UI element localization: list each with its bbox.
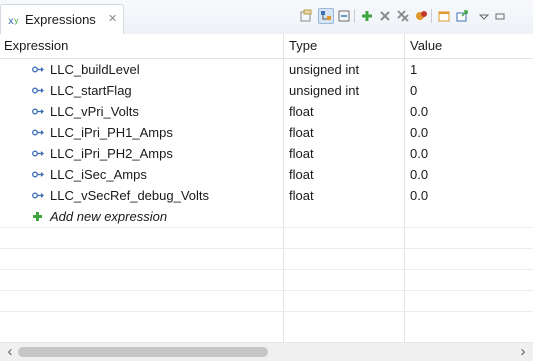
column-header-type[interactable]: Type [289, 34, 317, 58]
variable-icon [32, 66, 44, 73]
variable-icon [32, 129, 44, 136]
svg-text:y: y [14, 16, 19, 25]
new-window-icon[interactable] [436, 8, 452, 24]
table-row[interactable]: LLC_iPri_PH1_Amps float 0.0 [0, 122, 533, 143]
value-cell[interactable]: 1 [410, 59, 417, 80]
expressions-view-icon: x y [8, 16, 19, 26]
value-cell[interactable]: 0.0 [410, 143, 428, 164]
value-cell[interactable]: 0 [410, 80, 417, 101]
add-new-expression-row[interactable]: Add new expression [0, 206, 533, 227]
expression-cell[interactable]: LLC_iPri_PH2_Amps [50, 143, 173, 164]
variable-icon [32, 108, 44, 115]
plus-icon [33, 212, 42, 221]
type-cell: unsigned int [289, 62, 360, 77]
expression-cell[interactable]: LLC_vSecRef_debug_Volts [50, 185, 209, 206]
column-header-value[interactable]: Value [410, 34, 442, 58]
empty-row [0, 248, 533, 270]
table-row[interactable]: LLC_startFlag unsigned int 0 [0, 80, 533, 101]
export-icon[interactable] [454, 8, 470, 24]
type-cell: unsigned int [289, 83, 360, 98]
collapse-all-icon[interactable] [336, 8, 352, 24]
remove-all-expressions-icon[interactable] [395, 8, 411, 24]
expression-cell[interactable]: LLC_iPri_PH1_Amps [50, 122, 173, 143]
scroll-left-icon[interactable]: ‹ [3, 344, 17, 360]
value-cell[interactable]: 0.0 [410, 122, 428, 143]
empty-row [0, 290, 533, 312]
expression-cell[interactable]: LLC_vPri_Volts [50, 101, 139, 122]
remove-expression-icon[interactable] [377, 8, 393, 24]
table-header: Expression Type Value [0, 34, 533, 59]
table-row[interactable]: LLC_iPri_PH2_Amps float 0.0 [0, 143, 533, 164]
variable-icon [32, 171, 44, 178]
variable-icon [32, 192, 44, 199]
tab-expressions[interactable]: x y Expressions ✕ [0, 4, 124, 34]
type-cell: float [289, 125, 314, 140]
view-tab-bar: x y Expressions ✕ [0, 0, 533, 35]
column-header-expression[interactable]: Expression [4, 34, 68, 58]
view-menu-icon[interactable] [476, 8, 492, 24]
type-cell: float [289, 188, 314, 203]
tab-label: Expressions [25, 12, 96, 27]
value-cell[interactable]: 0.0 [410, 101, 428, 122]
empty-row [0, 311, 533, 333]
variable-icon [32, 87, 44, 94]
add-expression-icon[interactable] [359, 8, 375, 24]
empty-row [0, 227, 533, 249]
variable-icon [32, 150, 44, 157]
empty-row [0, 269, 533, 291]
table-row[interactable]: LLC_iSec_Amps float 0.0 [0, 164, 533, 185]
table-row[interactable]: LLC_vSecRef_debug_Volts float 0.0 [0, 185, 533, 206]
expressions-table: Expression Type Value LLC_buildLevelunsi… [0, 34, 533, 342]
refresh-icon[interactable] [413, 8, 429, 24]
scroll-right-icon[interactable]: › [516, 344, 530, 360]
expressions-view: x y Expressions ✕ Expression Type Value … [0, 0, 533, 361]
show-type-names-icon[interactable] [298, 8, 314, 24]
expression-cell[interactable]: LLC_startFlag [50, 80, 132, 101]
expression-cell[interactable]: LLC_buildLevel [50, 59, 140, 80]
table-row[interactable]: LLC_buildLevel unsigned int 1 [0, 59, 533, 80]
horizontal-scrollbar[interactable]: ‹ › [0, 342, 533, 361]
add-new-expression-label[interactable]: Add new expression [50, 206, 167, 227]
minimize-icon[interactable] [492, 8, 508, 24]
type-cell: float [289, 104, 314, 119]
table-row[interactable]: LLC_vPri_Volts float 0.0 [0, 101, 533, 122]
close-icon[interactable]: ✕ [108, 12, 117, 26]
toolbar-separator [431, 9, 432, 23]
expression-cell[interactable]: LLC_iSec_Amps [50, 164, 147, 185]
scrollbar-thumb[interactable] [18, 347, 268, 357]
type-cell: float [289, 167, 314, 182]
toolbar-separator [354, 9, 355, 23]
value-cell[interactable]: 0.0 [410, 164, 428, 185]
value-cell[interactable]: 0.0 [410, 185, 428, 206]
show-logical-structure-icon[interactable] [318, 8, 334, 24]
type-cell: float [289, 146, 314, 161]
